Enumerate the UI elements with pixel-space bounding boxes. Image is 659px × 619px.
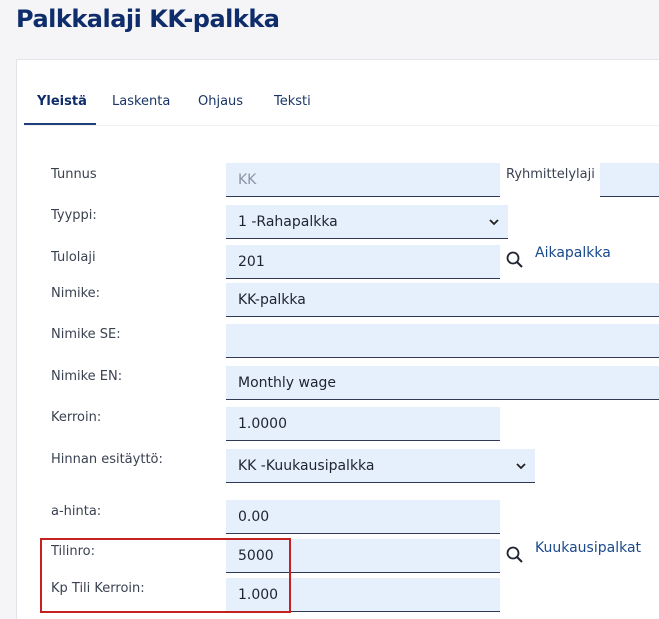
- nimike-field[interactable]: KK-palkka: [226, 283, 659, 317]
- tulolaji-link[interactable]: Aikapalkka: [535, 245, 611, 261]
- chevron-down-icon: [489, 219, 499, 226]
- ryhmittelylaji-field[interactable]: [600, 163, 659, 197]
- a-hinta-field[interactable]: 0.00: [226, 500, 500, 534]
- tyyppi-select[interactable]: 1 -Rahapalkka: [226, 205, 508, 239]
- ryhmittelylaji-label: Ryhmittelylaji: [506, 167, 595, 182]
- hinnan-esitaytto-select[interactable]: KK -Kuukausipalkka: [226, 449, 535, 483]
- a-hinta-label: a-hinta:: [51, 504, 102, 519]
- tab-divider: [24, 125, 659, 126]
- tab-laskenta[interactable]: Laskenta: [112, 94, 170, 109]
- hinnan-esitaytto-label: Hinnan esitäyttö:: [51, 452, 163, 467]
- tab-ohjaus[interactable]: Ohjaus: [198, 94, 243, 109]
- tulolaji-label: Tulolaji: [51, 250, 96, 265]
- page-title: Palkkalaji KK-palkka: [16, 5, 280, 33]
- nimike-en-label: Nimike EN:: [51, 369, 123, 384]
- tunnus-field[interactable]: KK: [226, 163, 500, 197]
- tyyppi-label: Tyyppi:: [51, 208, 97, 223]
- search-icon[interactable]: [505, 250, 525, 270]
- tilinro-link[interactable]: Kuukausipalkat: [535, 540, 641, 556]
- tyyppi-value: 1 -Rahapalkka: [238, 214, 338, 230]
- nimike-se-field[interactable]: [226, 324, 659, 358]
- nimike-se-label: Nimike SE:: [51, 327, 121, 342]
- tab-yleista[interactable]: Yleistä: [37, 94, 87, 109]
- chevron-down-icon: [516, 463, 526, 470]
- highlight-box: [40, 538, 291, 613]
- search-icon[interactable]: [505, 545, 525, 565]
- tunnus-label: Tunnus: [51, 167, 97, 182]
- nimike-label: Nimike:: [51, 286, 101, 301]
- tulolaji-field[interactable]: 201: [226, 245, 500, 279]
- kerroin-label: Kerroin:: [51, 410, 102, 425]
- nimike-en-field[interactable]: Monthly wage: [226, 366, 659, 400]
- tab-teksti[interactable]: Teksti: [274, 94, 311, 109]
- hinnan-esitaytto-value: KK -Kuukausipalkka: [238, 458, 375, 474]
- kerroin-field[interactable]: 1.0000: [226, 407, 500, 441]
